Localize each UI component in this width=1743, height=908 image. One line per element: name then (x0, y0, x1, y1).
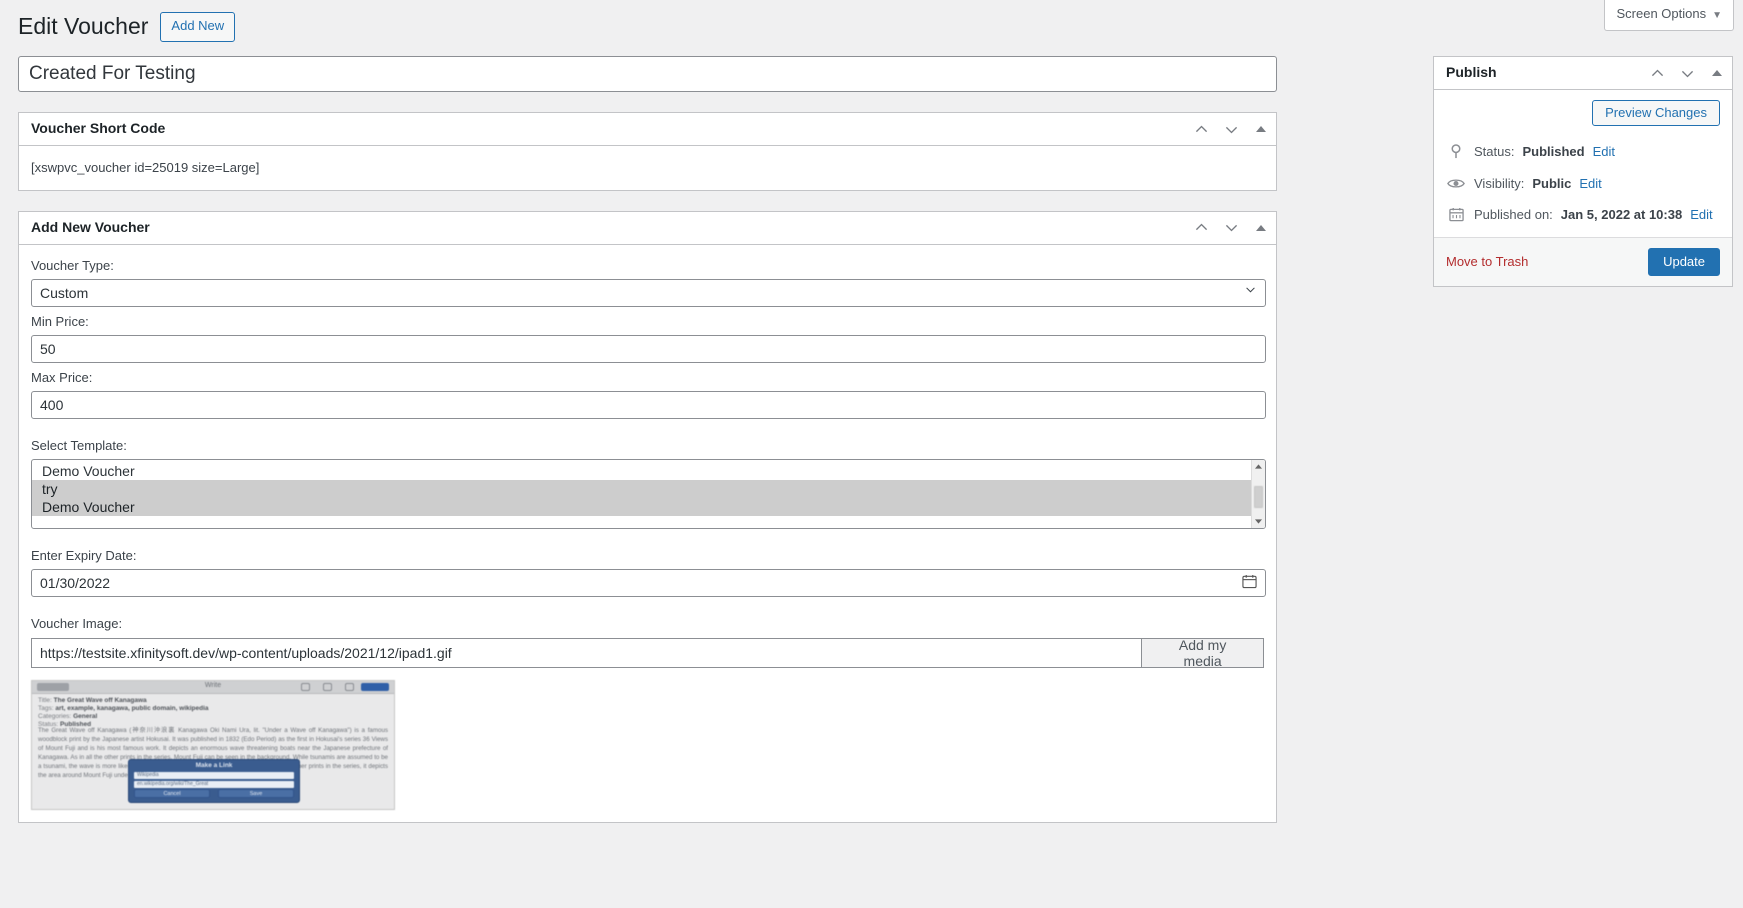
calendar-icon (1446, 207, 1466, 222)
voucher-type-select[interactable]: Custom (31, 279, 1266, 307)
min-price-input[interactable] (31, 335, 1266, 363)
publish-visibility-row: Visibility: Public Edit (1446, 174, 1720, 194)
preview-dialog-field-2: en.wikipedia.org/wiki/The_Great (134, 781, 294, 788)
preview-dialog-title: Make a Link (129, 762, 299, 769)
expiry-date-input[interactable] (31, 569, 1266, 597)
scroll-down-icon[interactable] (1252, 515, 1265, 528)
pin-icon (1446, 144, 1466, 159)
eye-icon (1446, 177, 1466, 190)
list-item[interactable]: try (32, 480, 1265, 498)
preview-row: Preview Changes (1446, 100, 1720, 126)
preview-back-button (37, 683, 69, 691)
add-my-media-button[interactable]: Add my media (1142, 638, 1264, 668)
preview-dialog-cancel: Cancel (134, 789, 210, 798)
preview-toolbar-title: Write (205, 682, 221, 689)
move-down-icon[interactable] (1216, 113, 1246, 146)
publish-body: Preview Changes Status: Published Edit (1434, 90, 1732, 237)
status-value: Published (1522, 142, 1584, 162)
screen-options-label: Screen Options (1616, 6, 1706, 21)
chevron-down-icon (1244, 280, 1257, 306)
select-template-label: Select Template: (31, 437, 1264, 455)
published-on-value: Jan 5, 2022 at 10:38 (1561, 205, 1682, 225)
max-price-input[interactable] (31, 391, 1266, 419)
move-up-icon[interactable] (1186, 211, 1216, 244)
voucher-type-label: Voucher Type: (31, 257, 1264, 275)
page-header: Edit Voucher Add New (18, 12, 235, 42)
toggle-panel-icon[interactable] (1246, 211, 1276, 244)
move-down-icon[interactable] (1672, 57, 1702, 90)
voucher-image-row: Add my media (31, 638, 1264, 668)
voucher-image-url-input[interactable] (31, 638, 1142, 668)
move-down-icon[interactable] (1216, 211, 1246, 244)
add-new-button[interactable]: Add New (160, 12, 235, 42)
listbox-scrollbar[interactable] (1251, 460, 1265, 528)
expiry-date-wrapper (31, 569, 1266, 597)
metabox-body: [xswpvc_voucher id=25019 size=Large] (19, 146, 1276, 190)
preview-changes-button[interactable]: Preview Changes (1592, 100, 1720, 126)
preview-meta-categories: Categories: General (38, 713, 97, 720)
status-edit-link[interactable]: Edit (1593, 142, 1615, 162)
publish-status-row: Status: Published Edit (1446, 142, 1720, 162)
post-title-input[interactable] (18, 56, 1277, 92)
metabox-add-new-voucher: Add New Voucher Voucher Type: Custom (18, 211, 1277, 823)
page-title: Edit Voucher (18, 12, 148, 42)
scroll-up-icon[interactable] (1252, 460, 1265, 473)
preview-save-button (361, 683, 389, 691)
publish-handle-actions (1642, 57, 1732, 89)
published-on-edit-link[interactable]: Edit (1690, 205, 1712, 225)
visibility-prefix: Visibility: (1474, 174, 1524, 194)
move-up-icon[interactable] (1186, 113, 1216, 146)
metabox-header: Voucher Short Code (19, 113, 1276, 146)
visibility-value: Public (1532, 174, 1571, 194)
voucher-image-label: Voucher Image: (31, 615, 1264, 633)
top-strip (0, 0, 1743, 3)
preview-dialog-field-1: Wikipedia (134, 772, 294, 779)
max-price-label: Max Price: (31, 369, 1264, 387)
expiry-date-label: Enter Expiry Date: (31, 547, 1264, 565)
publish-footer: Move to Trash Update (1434, 237, 1732, 286)
preview-eye-icon (345, 683, 354, 691)
screen-options-button[interactable]: Screen Options ▼ (1604, 0, 1734, 31)
publish-header: Publish (1434, 57, 1732, 90)
metabox-handle-actions (1186, 113, 1276, 145)
main-content-column: Voucher Short Code [xswpvc_voucher id=25… (18, 56, 1277, 823)
voucher-image-preview: Write Title: The Great Wave off Kanagawa… (31, 680, 395, 810)
min-price-label: Min Price: (31, 313, 1264, 331)
scrollbar-thumb[interactable] (1254, 486, 1263, 508)
preview-dialog-save: Save (218, 789, 294, 798)
voucher-type-value: Custom (40, 285, 88, 301)
chevron-down-icon: ▼ (1712, 10, 1722, 21)
metabox-title: Voucher Short Code (31, 119, 165, 139)
metabox-header: Add New Voucher (19, 212, 1276, 245)
list-item[interactable]: Demo Voucher (32, 462, 1265, 480)
toggle-panel-icon[interactable] (1246, 113, 1276, 146)
move-to-trash-link[interactable]: Move to Trash (1446, 254, 1528, 269)
metabox-voucher-short-code: Voucher Short Code [xswpvc_voucher id=25… (18, 112, 1277, 191)
publish-title: Publish (1446, 63, 1497, 83)
publish-date-row: Published on: Jan 5, 2022 at 10:38 Edit (1446, 205, 1720, 225)
metabox-body: Voucher Type: Custom Min Price: Max Pric… (19, 245, 1276, 822)
shortcode-text: [xswpvc_voucher id=25019 size=Large] (31, 158, 1264, 178)
preview-mail-icon (323, 683, 332, 691)
published-on-prefix: Published on: (1474, 205, 1553, 225)
publish-metabox: Publish Preview Changes (1433, 56, 1733, 287)
preview-make-a-link-dialog: Make a Link Wikipedia en.wikipedia.org/w… (128, 759, 300, 803)
toggle-panel-icon[interactable] (1702, 57, 1732, 90)
preview-toolbar: Write (32, 681, 394, 694)
metabox-title: Add New Voucher (31, 218, 150, 238)
preview-meta-tags: Tags: art, example, kanagawa, public dom… (38, 705, 209, 712)
preview-meta-title: Title: The Great Wave off Kanagawa (38, 697, 147, 704)
select-template-listbox[interactable]: Demo Voucher try Demo Voucher (31, 459, 1266, 529)
metabox-handle-actions (1186, 212, 1276, 244)
visibility-edit-link[interactable]: Edit (1579, 174, 1601, 194)
sidebar-column: Publish Preview Changes (1433, 56, 1733, 287)
preview-camera-icon (301, 683, 310, 691)
update-button[interactable]: Update (1648, 248, 1720, 276)
list-item[interactable]: Demo Voucher (32, 498, 1265, 516)
status-prefix: Status: (1474, 142, 1514, 162)
move-up-icon[interactable] (1642, 57, 1672, 90)
